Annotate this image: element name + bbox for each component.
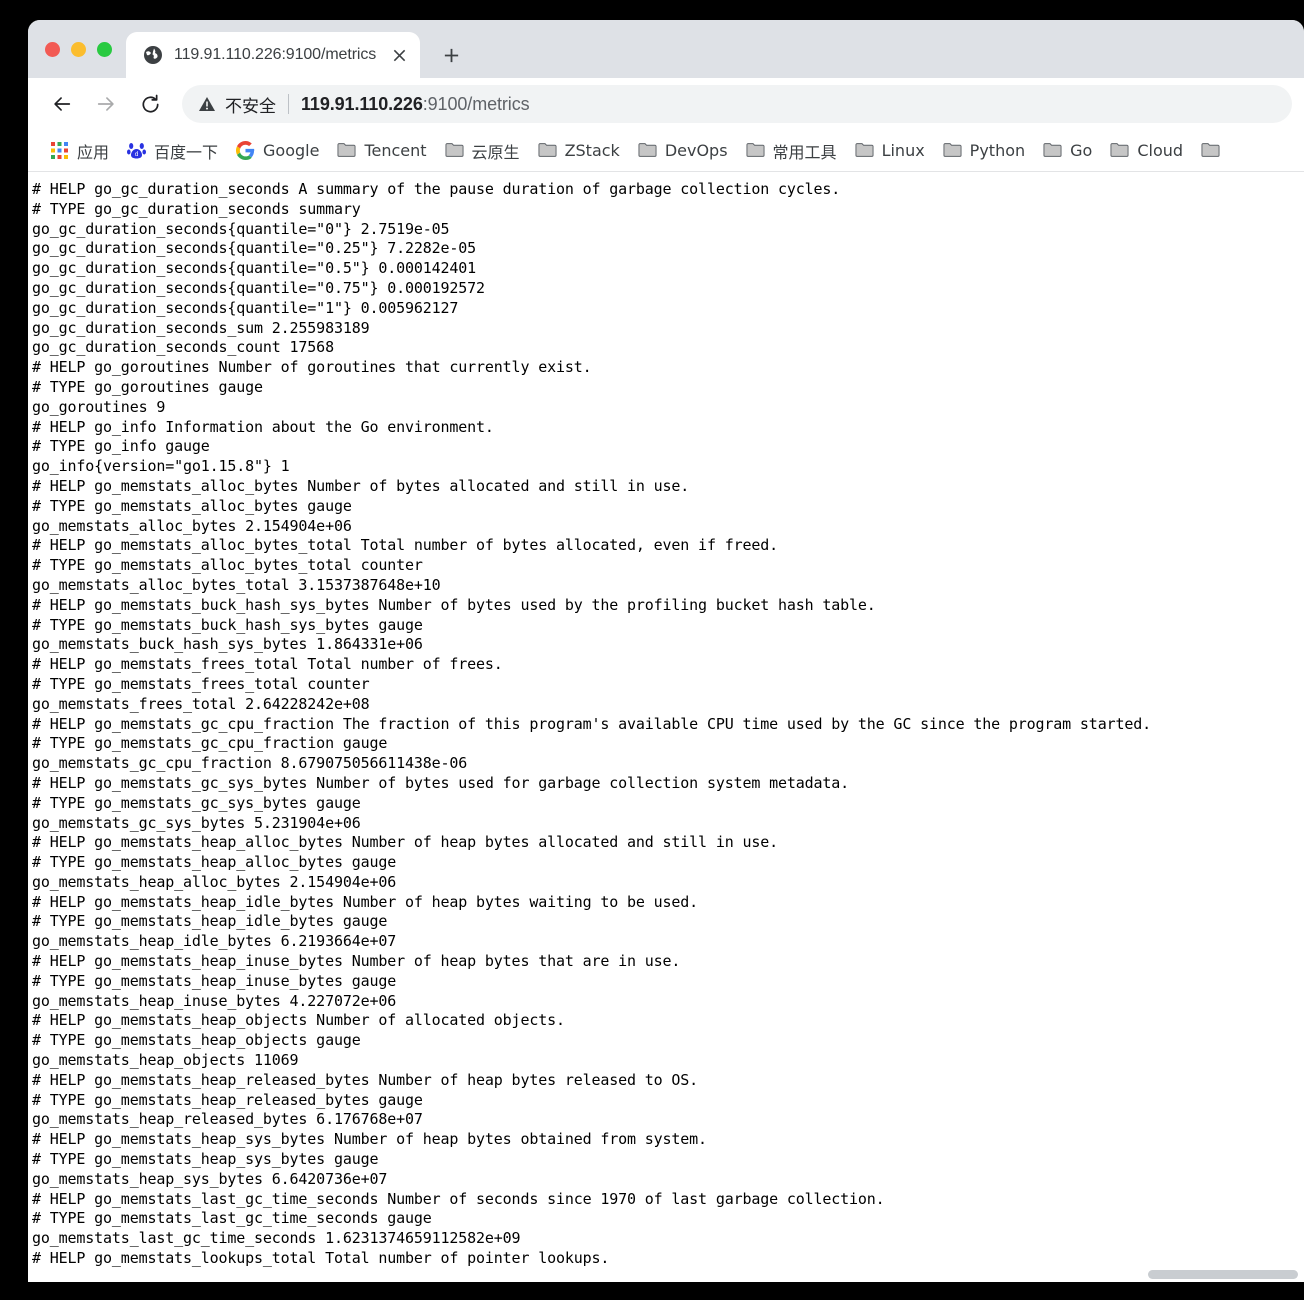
page-content-area: # HELP go_gc_duration_seconds A summary … <box>28 172 1304 1282</box>
bookmark-folder-python[interactable]: Python <box>934 137 1034 164</box>
prometheus-metrics-text: # HELP go_gc_duration_seconds A summary … <box>32 180 1151 1268</box>
bookmark-folder-devops[interactable]: DevOps <box>629 137 737 164</box>
bookmark-label: ZStack <box>564 141 620 160</box>
google-icon <box>236 141 255 160</box>
svg-text:d: d <box>135 151 139 158</box>
folder-icon <box>943 141 962 160</box>
bookmark-folder-zstack[interactable]: ZStack <box>529 137 629 164</box>
bookmark-label: 云原生 <box>471 142 520 162</box>
folder-icon <box>445 141 464 160</box>
forward-button[interactable] <box>86 84 126 124</box>
tab-title: 119.91.110.226:9100/metrics <box>174 46 377 63</box>
bookmark-label: 应用 <box>77 142 110 162</box>
folder-icon <box>1110 141 1129 160</box>
bookmark-folder-tencent[interactable]: Tencent <box>328 137 435 164</box>
not-secure-warning-icon <box>198 95 216 113</box>
browser-toolbar: 不安全 119.91.110.226:9100/metrics <box>28 78 1304 130</box>
bookmark-label: Linux <box>881 141 925 160</box>
bookmark-label: 百度一下 <box>154 142 219 162</box>
folder-icon <box>638 141 657 160</box>
folder-icon <box>538 141 557 160</box>
baidu-icon: d <box>127 141 147 160</box>
folder-icon <box>1043 141 1062 160</box>
tab-strip: 119.91.110.226:9100/metrics <box>28 20 1304 78</box>
window-controls <box>28 20 126 78</box>
close-window-button[interactable] <box>45 41 60 57</box>
bookmark-label: Python <box>969 141 1026 160</box>
maximize-window-button[interactable] <box>97 41 112 57</box>
minimize-window-button[interactable] <box>71 41 86 57</box>
address-bar[interactable]: 不安全 119.91.110.226:9100/metrics <box>182 85 1292 123</box>
folder-icon <box>1201 141 1220 160</box>
folder-icon <box>855 141 874 160</box>
bookmark-folder-common-tools[interactable]: 常用工具 <box>737 135 846 167</box>
browser-window: 119.91.110.226:9100/metrics 不安全 119.91.1… <box>28 20 1304 1282</box>
bookmark-label: 常用工具 <box>772 142 837 162</box>
bookmark-apps[interactable]: 应用 <box>41 135 118 167</box>
address-bar-url: 119.91.110.226:9100/metrics <box>301 94 530 115</box>
apps-grid-icon <box>50 141 69 160</box>
back-button[interactable] <box>42 84 82 124</box>
url-path: :9100/metrics <box>422 93 530 114</box>
globe-favicon-icon <box>143 45 163 65</box>
reload-button[interactable] <box>130 84 170 124</box>
security-status-text: 不安全 <box>225 96 276 117</box>
bookmark-google[interactable]: Google <box>227 137 328 164</box>
bookmark-label: Google <box>263 141 320 160</box>
close-tab-icon[interactable] <box>388 44 410 66</box>
omnibox-divider <box>288 94 289 114</box>
bookmarks-bar: 应用 d 百度一下 Google Tencent 云原生 ZStack DevO… <box>28 130 1304 172</box>
horizontal-scrollbar-thumb[interactable] <box>1148 1270 1298 1279</box>
url-host: 119.91.110.226 <box>301 93 423 114</box>
bookmark-baidu[interactable]: d 百度一下 <box>118 135 227 167</box>
bookmark-folder-cloud[interactable]: Cloud <box>1101 137 1192 164</box>
new-tab-button[interactable] <box>430 34 472 76</box>
screenshot-root: 119.91.110.226:9100/metrics 不安全 119.91.1… <box>0 0 1304 1300</box>
bookmark-folder-overflow[interactable] <box>1192 137 1237 164</box>
browser-tab-active[interactable]: 119.91.110.226:9100/metrics <box>126 32 420 78</box>
bookmark-label: DevOps <box>664 141 728 160</box>
folder-icon <box>337 141 356 160</box>
bookmark-folder-linux[interactable]: Linux <box>846 137 934 164</box>
bookmark-folder-go[interactable]: Go <box>1034 137 1101 164</box>
bookmark-label: Tencent <box>364 141 427 160</box>
bookmark-label: Go <box>1070 141 1093 160</box>
bookmark-label: Cloud <box>1137 141 1184 160</box>
folder-icon <box>746 141 765 160</box>
bookmark-folder-cloudnative[interactable]: 云原生 <box>436 135 529 167</box>
horizontal-scrollbar[interactable] <box>28 1267 1304 1282</box>
